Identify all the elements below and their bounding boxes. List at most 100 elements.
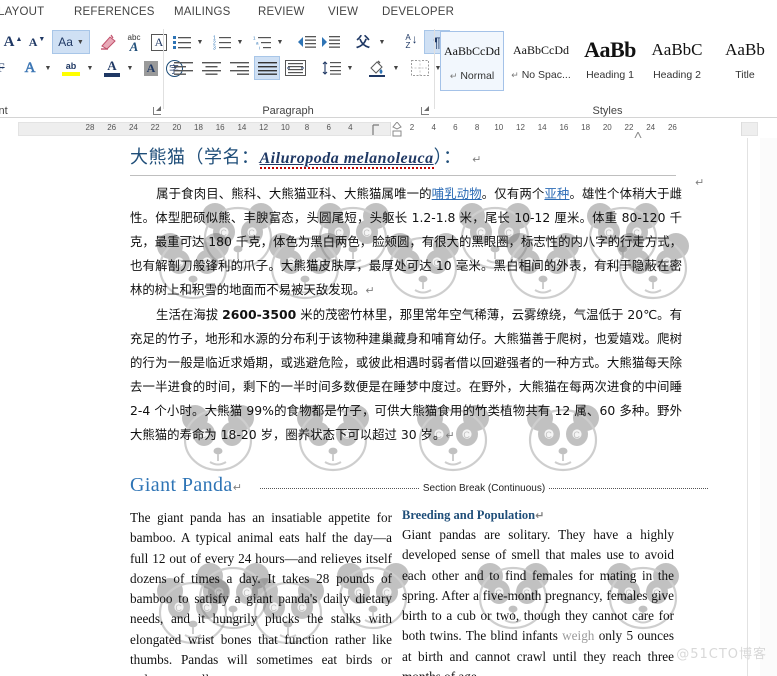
ruler-tick-left-8: 8 (304, 123, 310, 132)
ribbon: A ▲ A ▼ Aa ▼ abc A A F A ▼ ab ▼ A ▼ A nt… (0, 24, 777, 118)
sort-icon[interactable]: A Z ↓ (396, 31, 420, 53)
paragraph-dialog-launcher[interactable] (420, 105, 431, 116)
ruler-tick-right-4: 4 (431, 123, 436, 132)
align-right-icon[interactable] (226, 57, 252, 79)
shading-icon[interactable] (364, 56, 390, 80)
ruler-tick-right-20: 20 (602, 123, 612, 132)
horizontal-ruler[interactable]: 28 26 24 22 20 18 16 14 12 10 8 6 4 2 4 6 8 10 12 14 16 18 20 2… (0, 120, 777, 141)
line-spacing-dropdown[interactable]: ▼ (344, 57, 356, 79)
document-page[interactable]: C C C C C C C C C C C C C C C C C C C C … (0, 138, 748, 676)
shading-dropdown[interactable]: ▼ (390, 57, 402, 79)
tab-references[interactable]: REFERENCES (68, 0, 161, 24)
distributed-icon[interactable] (282, 56, 308, 80)
tab-view[interactable]: VIEW (322, 0, 364, 24)
tab-layout[interactable]: LAYOUT (0, 0, 50, 24)
align-center-icon[interactable] (198, 57, 224, 79)
ruler-tick-left-10: 10 (280, 123, 290, 132)
character-border-icon[interactable]: A (148, 31, 170, 53)
style-normal[interactable]: AaBbCcDd ↵ Normal (440, 31, 504, 91)
bullets-dropdown[interactable]: ▼ (194, 31, 206, 53)
increase-indent-icon[interactable] (318, 31, 342, 53)
style-heading-2-name: Heading 2 (653, 69, 701, 81)
style-heading-1[interactable]: AaBb Heading 1 (578, 31, 642, 91)
section-break-line-right (549, 488, 709, 489)
column-left[interactable]: The giant panda has an insatiable appeti… (130, 508, 392, 676)
document-title-line: 大熊猫（学名：Ailuropoda melanoleuca）： ↵ ↵ (130, 138, 704, 189)
text-effects-dropdown[interactable]: ▼ (42, 57, 54, 79)
character-shading-icon[interactable]: A (140, 57, 162, 79)
line-spacing-icon[interactable] (318, 57, 344, 79)
shrink-font-button[interactable]: A ▼ (26, 31, 48, 53)
tab-developer[interactable]: DEVELOPER (376, 0, 460, 24)
align-left-icon[interactable] (170, 57, 196, 79)
ribbon-tabs: LAYOUT REFERENCES MAILINGS REVIEW VIEW D… (0, 0, 777, 24)
two-column-section: The giant panda has an insatiable appeti… (130, 508, 700, 676)
ruler-tick-left-14: 14 (237, 123, 247, 132)
grow-font-button[interactable]: A ▲ (2, 31, 24, 53)
ruler-tick-right-14: 14 (537, 123, 547, 132)
style-title-sample: AaBb (725, 40, 765, 59)
text-effects-icon[interactable]: A (18, 57, 42, 79)
latin-species-name: Ailuropoda melanoleuca (259, 150, 434, 169)
strikethrough-icon[interactable]: F (0, 57, 10, 79)
style-heading-2[interactable]: AaBbC Heading 2 (645, 31, 709, 91)
numbering-icon[interactable]: 1 2 3 (210, 31, 234, 53)
font-color-icon[interactable]: A (100, 56, 124, 80)
horizontal-rule (130, 175, 676, 176)
style-no-spacing[interactable]: AaBbCcDd ↵ No Spac... (509, 31, 573, 91)
bullets-icon[interactable] (170, 31, 194, 53)
change-case-button[interactable]: Aa ▼ (52, 30, 90, 54)
phonetic-guide-icon[interactable]: abc A (122, 30, 146, 54)
style-normal-name: ↵ Normal (449, 70, 495, 82)
ruler-tick-right-12: 12 (516, 123, 525, 132)
font-group-label: ont (0, 105, 8, 117)
ruler-tick-right-24: 24 (646, 123, 656, 132)
ruler-tick-right-26: 26 (667, 123, 677, 132)
tab-mailings-label: MAILINGS (174, 6, 231, 18)
asian-layout-dropdown[interactable]: ▼ (376, 31, 388, 53)
document-canvas[interactable]: C C C C C C C C C C C C C C C C C C C C … (0, 138, 777, 676)
multilevel-list-dropdown[interactable]: ▼ (274, 31, 286, 53)
heading-breeding-population: Breeding and Population↵ (402, 508, 545, 522)
ruler-tick-left-22: 22 (150, 123, 160, 132)
ruler-tick-left-6: 6 (326, 123, 331, 132)
borders-icon[interactable] (408, 57, 432, 79)
heading-giant-panda: Giant Panda (130, 474, 233, 496)
clear-formatting-icon[interactable] (96, 30, 120, 54)
font-dialog-launcher[interactable] (152, 105, 163, 116)
style-pilcrow-icon: ↵ (511, 70, 519, 80)
multilevel-list-icon[interactable]: 1 a i (250, 31, 274, 53)
group-separator-2 (434, 29, 435, 109)
ruler-tick-left-12: 12 (259, 123, 269, 132)
section-break-label: Section Break (Continuous) (422, 483, 546, 494)
tab-review[interactable]: REVIEW (252, 0, 311, 24)
tab-developer-label: DEVELOPER (382, 6, 455, 18)
paragraph-mark: ↵ (365, 284, 375, 297)
link-subspecies[interactable]: 亚种 (544, 186, 569, 201)
column-right[interactable]: Breeding and Population↵ Giant pandas ar… (402, 508, 674, 676)
ruler-tick-left-20: 20 (172, 123, 182, 132)
paragraph-cn-1[interactable]: 属于食肉目、熊科、大熊猫亚科、大熊猫属唯一的哺乳动物。仅有两个亚种。雄性个体稍大… (130, 182, 682, 303)
tab-mailings[interactable]: MAILINGS (168, 0, 237, 24)
paragraph-cn-2[interactable]: 生活在海拔 2600-3500 米的茂密竹林里，那里常年空气稀薄，云雾缭绕，气温… (130, 303, 682, 448)
svg-text:i: i (259, 45, 260, 50)
vertical-scrollbar[interactable] (760, 138, 777, 676)
ruler-tick-right-2: 2 (409, 123, 415, 132)
ruler-tick-left-18: 18 (194, 123, 203, 132)
style-title-name: Title (735, 69, 755, 81)
text-highlight-dropdown[interactable]: ▼ (84, 57, 96, 79)
paragraph-mark: ↵ (472, 153, 482, 166)
style-title[interactable]: AaBb Title (713, 31, 777, 91)
text-highlight-icon[interactable]: ab (58, 56, 84, 80)
decrease-indent-icon[interactable] (294, 31, 318, 53)
font-color-dropdown[interactable]: ▼ (124, 57, 136, 79)
numbering-dropdown[interactable]: ▼ (234, 31, 246, 53)
left-column-text: The giant panda has an insatiable appeti… (130, 510, 392, 676)
document-body[interactable]: 大熊猫（学名：Ailuropoda melanoleuca）： ↵ ↵ 属于食肉… (130, 138, 709, 676)
link-mammal[interactable]: 哺乳动物 (432, 186, 482, 201)
ruler-tick-left-24: 24 (128, 123, 138, 132)
asian-layout-icon[interactable]: 父 (350, 31, 376, 53)
ruler-tick-left-26: 26 (107, 123, 117, 132)
giant-panda-heading-row: Giant Panda↵ Section Break (Continuous) (130, 474, 709, 508)
justify-icon[interactable] (254, 56, 280, 80)
